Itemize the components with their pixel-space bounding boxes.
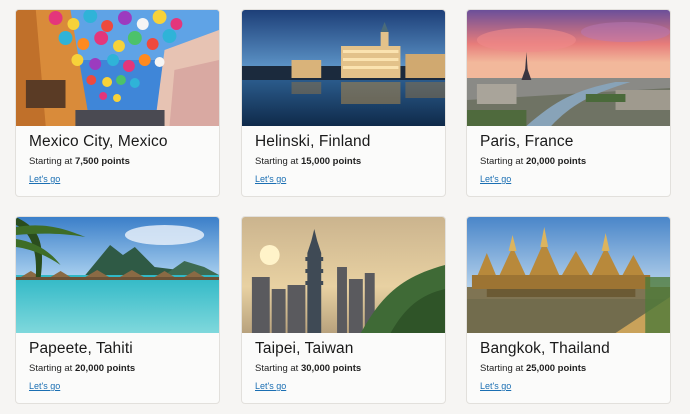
price-prefix: Starting at xyxy=(29,363,75,374)
destination-card-papeete[interactable]: Papeete, Tahiti Starting at 20,000 point… xyxy=(15,216,220,404)
destination-photo xyxy=(242,217,445,333)
destination-card-taipei[interactable]: Taipei, Taiwan Starting at 30,000 points… xyxy=(241,216,446,404)
lets-go-link[interactable]: Let's go xyxy=(480,174,511,184)
lets-go-link[interactable]: Let's go xyxy=(255,174,286,184)
price-points: 7,500 points xyxy=(74,156,130,167)
destination-city: Taipei, Taiwan xyxy=(255,340,354,357)
price-prefix: Starting at xyxy=(29,156,75,167)
starting-price: Starting at 20,000 points xyxy=(29,363,135,374)
destination-photo xyxy=(16,10,219,126)
destination-card-paris[interactable]: Paris, France Starting at 20,000 points … xyxy=(466,9,671,197)
destination-card-mexico-city[interactable]: Mexico City, Mexico Starting at 7,500 po… xyxy=(15,9,220,197)
price-points: 15,000 points xyxy=(300,156,362,167)
destination-city: Paris, France xyxy=(480,133,574,150)
price-prefix: Starting at xyxy=(255,363,301,374)
destination-card-bangkok[interactable]: Bangkok, Thailand Starting at 25,000 poi… xyxy=(466,216,671,404)
destination-photo xyxy=(467,10,670,126)
destination-city: Bangkok, Thailand xyxy=(480,340,610,357)
starting-price: Starting at 15,000 points xyxy=(255,156,361,167)
destination-city: Mexico City, Mexico xyxy=(29,133,168,150)
starting-price: Starting at 25,000 points xyxy=(480,363,586,374)
price-prefix: Starting at xyxy=(480,363,526,374)
price-points: 30,000 points xyxy=(300,363,362,374)
lets-go-link[interactable]: Let's go xyxy=(29,174,60,184)
destination-photo xyxy=(16,217,219,333)
price-prefix: Starting at xyxy=(480,156,526,167)
lets-go-link[interactable]: Let's go xyxy=(29,381,60,391)
lets-go-link[interactable]: Let's go xyxy=(255,381,286,391)
starting-price: Starting at 30,000 points xyxy=(255,363,361,374)
destination-photo xyxy=(242,10,445,126)
price-points: 20,000 points xyxy=(525,156,587,167)
price-points: 20,000 points xyxy=(74,363,136,374)
destination-card-helsinki[interactable]: Helinski, Finland Starting at 15,000 poi… xyxy=(241,9,446,197)
destination-city: Papeete, Tahiti xyxy=(29,340,133,357)
destination-city: Helinski, Finland xyxy=(255,133,371,150)
price-prefix: Starting at xyxy=(255,156,301,167)
starting-price: Starting at 7,500 points xyxy=(29,156,130,167)
destination-photo xyxy=(467,217,670,333)
lets-go-link[interactable]: Let's go xyxy=(480,381,511,391)
starting-price: Starting at 20,000 points xyxy=(480,156,586,167)
price-points: 25,000 points xyxy=(525,363,587,374)
